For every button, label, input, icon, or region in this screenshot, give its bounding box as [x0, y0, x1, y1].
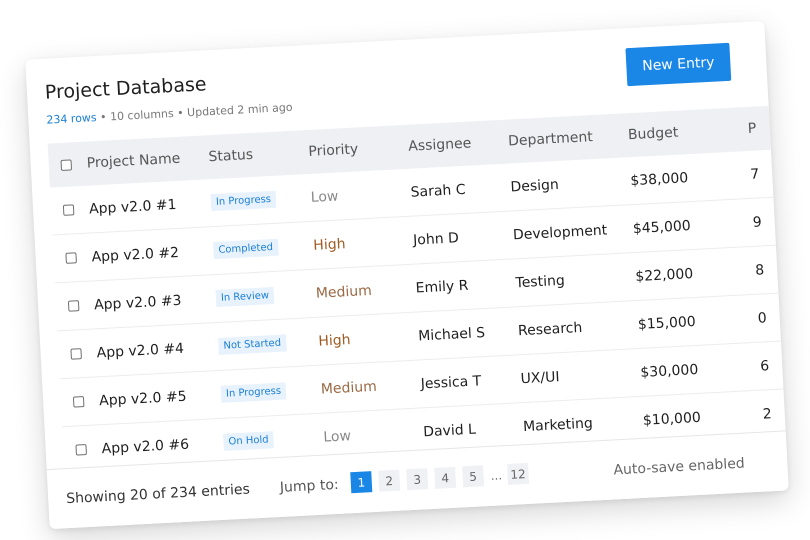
page-button-1[interactable]: 1 [350, 471, 373, 494]
row-checkbox[interactable] [65, 252, 77, 264]
priority: High [312, 235, 346, 254]
budget: $15,000 [637, 313, 697, 333]
budget: $30,000 [639, 361, 699, 381]
status-cell: In Progress [220, 368, 288, 418]
status-badge: Not Started [218, 334, 287, 355]
pagination-ellipsis: ... [490, 467, 503, 483]
department: UX/UI [520, 368, 560, 387]
column-header-department[interactable]: Department [507, 115, 594, 163]
priority: Low [310, 187, 339, 206]
autosave-status: Auto-save enabled [613, 455, 746, 479]
row-count: 234 rows [46, 111, 97, 127]
department: Development [512, 221, 608, 243]
row-checkbox-cell [69, 330, 82, 378]
status-cell: In Review [215, 272, 276, 322]
budget: $22,000 [634, 265, 694, 285]
pagination: 1 2 3 4 5 ... 12 [350, 462, 530, 494]
project-name: App v2.0 #3 [93, 292, 182, 313]
project-name: App v2.0 #4 [96, 340, 185, 361]
assignee: Emily R [415, 277, 469, 297]
row-checkbox[interactable] [72, 396, 85, 408]
project-name: App v2.0 #5 [98, 388, 187, 409]
column-header-assignee[interactable]: Assignee [407, 121, 472, 168]
row-checkbox-cell [72, 378, 85, 426]
row-checkbox[interactable] [67, 300, 80, 312]
status-cell: Completed [212, 224, 279, 274]
project-database-card: Project Database 234 rows • 10 columns •… [25, 20, 789, 530]
status-badge: In Review [215, 286, 275, 308]
truncated-column-value: 7 [749, 165, 760, 183]
entries-summary: Showing 20 of 234 entries [65, 481, 251, 508]
column-header-priority[interactable]: Priority [307, 127, 359, 174]
assignee: Michael S [417, 324, 486, 344]
truncated-column-value: 0 [757, 309, 768, 327]
truncated-column-value: 6 [759, 357, 770, 375]
row-checkbox-cell [64, 234, 77, 282]
row-checkbox-cell [62, 186, 75, 234]
budget: $38,000 [629, 169, 689, 189]
page-button-3[interactable]: 3 [406, 468, 429, 491]
status-badge: On Hold [223, 431, 275, 451]
row-checkbox-cell [67, 282, 80, 330]
page-button-5[interactable]: 5 [462, 465, 485, 488]
row-checkbox[interactable] [70, 348, 82, 360]
data-table: Project Name Status Priority Assignee De… [47, 105, 787, 476]
priority: High [317, 331, 351, 350]
truncated-column-value: 9 [752, 213, 763, 231]
column-header-truncated[interactable]: P [747, 107, 758, 151]
priority: Medium [320, 378, 378, 398]
status-badge: In Progress [220, 382, 287, 403]
select-all-cell [60, 142, 73, 187]
status-badge: Completed [213, 238, 279, 260]
row-checkbox[interactable] [75, 444, 87, 456]
column-header-budget[interactable]: Budget [627, 111, 680, 158]
truncated-column-value: 8 [754, 261, 765, 279]
department: Testing [515, 272, 566, 291]
jump-to-label: Jump to: [279, 476, 340, 496]
department: Design [510, 176, 560, 195]
row-checkbox[interactable] [62, 204, 75, 216]
status-cell: In Progress [210, 176, 278, 226]
assignee: John D [412, 229, 460, 249]
department: Research [517, 319, 583, 339]
new-entry-button[interactable]: New Entry [625, 42, 732, 87]
meta-details: • 10 columns • Updated 2 min ago [96, 100, 293, 125]
page-button-last[interactable]: 12 [507, 462, 530, 485]
screen: Project Database 234 rows • 10 columns •… [0, 0, 810, 540]
page-button-2[interactable]: 2 [378, 469, 401, 492]
budget: $45,000 [632, 217, 692, 237]
select-all-checkbox[interactable] [60, 158, 73, 171]
priority: Medium [315, 282, 373, 302]
column-header-status[interactable]: Status [207, 133, 254, 179]
assignee: Sarah C [410, 181, 466, 201]
project-name: App v2.0 #2 [91, 244, 180, 265]
assignee: Jessica T [420, 372, 482, 392]
status-badge: In Progress [210, 190, 277, 212]
page-title: Project Database [44, 73, 208, 104]
column-header-project-name[interactable]: Project Name [86, 137, 182, 186]
status-cell: Not Started [217, 319, 287, 369]
page-button-4[interactable]: 4 [434, 466, 457, 489]
project-name: App v2.0 #1 [88, 196, 177, 218]
table-body: App v2.0 #1 In Progress Low Sarah C Design $3… [49, 149, 787, 476]
table-meta: 234 rows • 10 columns • Updated 2 min ag… [46, 101, 293, 127]
